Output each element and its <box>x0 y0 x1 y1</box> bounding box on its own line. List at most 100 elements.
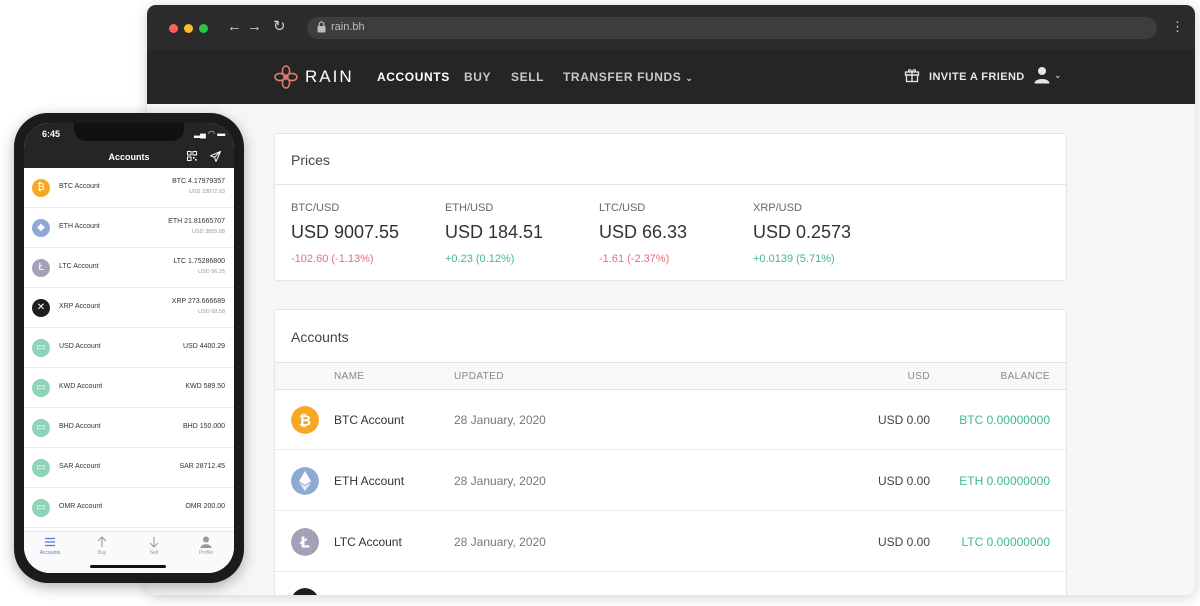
price-eth: ETH/USD USD 184.51 +0.23 (0.12%) <box>445 202 543 265</box>
price-value: USD 0.2573 <box>753 222 852 242</box>
browser-window: ← → ↻ rain.bh ⋮ RAIN ACCOUNTS BUY SELL T… <box>147 5 1195 595</box>
send-icon[interactable] <box>210 151 221 162</box>
minimize-window-button[interactable] <box>184 24 193 33</box>
invite-a-friend-link[interactable]: INVITE A FRIEND <box>929 71 1025 83</box>
cash-icon: ▭ <box>32 419 50 437</box>
prices-title: Prices <box>291 152 330 168</box>
price-change: -1.61 (-2.37%) <box>599 253 670 265</box>
svg-text:₿: ₿ <box>299 412 311 430</box>
account-name: OMR Account <box>59 503 103 510</box>
account-usd: USD 0.00 <box>877 474 930 488</box>
gift-icon <box>904 69 920 83</box>
litecoin-icon: Ł <box>291 528 319 556</box>
table-row[interactable] <box>275 573 1066 595</box>
browser-chrome: ← → ↻ rain.bh ⋮ <box>147 5 1195 50</box>
account-name: BTC Account <box>59 183 100 190</box>
tab-label: Buy <box>97 550 107 556</box>
nav-accounts[interactable]: ACCOUNTS <box>377 70 450 84</box>
list-item[interactable]: ▭ SAR Account SAR 28712.45 <box>24 448 234 488</box>
account-usd-value: USD 3855.88 <box>191 229 225 235</box>
table-row[interactable]: Ł LTC Account 28 January, 2020 USD 0.00 … <box>275 512 1066 572</box>
rain-logo-icon <box>274 65 298 89</box>
account-balance: LTC 0.00000000 <box>961 535 1050 549</box>
tab-label: Profile <box>198 550 214 556</box>
column-header-name[interactable]: NAME <box>334 371 365 382</box>
arrow-up-icon <box>97 536 107 547</box>
tab-sell[interactable]: Sell <box>134 536 174 556</box>
divider <box>275 184 1066 185</box>
litecoin-icon: Ł <box>32 259 50 277</box>
reload-icon[interactable]: ↻ <box>273 17 286 37</box>
price-pair: XRP/USD <box>753 202 802 214</box>
list-item[interactable]: ◆ ETH Account ETH 21.81665707 USD 3855.88 <box>24 208 234 248</box>
qr-code-icon[interactable] <box>187 151 197 161</box>
price-ltc: LTC/USD USD 66.33 -1.61 (-2.37%) <box>599 202 687 265</box>
accounts-title: Accounts <box>291 329 349 345</box>
phone-frame: 6:45 ▂▄ ◠ ▬ Accounts ₿ BTC Account BTC 4.1… <box>14 113 244 583</box>
prices-card: Prices BTC/USD USD 9007.55 -102.60 (-1.1… <box>274 133 1067 281</box>
account-usd-value: USD 96.25 <box>198 269 225 275</box>
list-item[interactable]: ₿ BTC Account BTC 4.17979357 USD 33872.63 <box>24 168 234 208</box>
table-row[interactable]: ETH Account 28 January, 2020 USD 0.00 ET… <box>275 451 1066 511</box>
account-name: LTC Account <box>334 535 402 549</box>
nav-transfer-funds[interactable]: TRANSFER FUNDS ⌄ <box>563 70 694 84</box>
bitcoin-icon: ₿ <box>32 179 50 197</box>
tab-accounts[interactable]: Accounts <box>30 536 70 556</box>
forward-arrow-icon[interactable]: → <box>247 17 262 37</box>
phone-screen: 6:45 ▂▄ ◠ ▬ Accounts ₿ BTC Account BTC 4.1… <box>24 123 234 573</box>
list-item[interactable]: Ł LTC Account LTC 1.75286800 USD 96.25 <box>24 248 234 288</box>
app-navbar: RAIN ACCOUNTS BUY SELL TRANSFER FUNDS ⌄ … <box>147 50 1195 104</box>
list-item[interactable]: ✕ XRP Account XRP 273.666689 USD 68.58 <box>24 288 234 328</box>
account-balance: BHD 150.000 <box>182 423 225 430</box>
account-balance: USD 4400.29 <box>182 343 225 350</box>
user-avatar-icon[interactable] <box>1034 66 1050 84</box>
list-item[interactable]: ▭ OMR Account OMR 200.00 <box>24 488 234 528</box>
nav-buy[interactable]: BUY <box>464 70 491 84</box>
price-pair: ETH/USD <box>445 202 494 214</box>
more-options-icon[interactable]: ⋮ <box>1171 18 1184 36</box>
table-row[interactable]: ₿ BTC Account 28 January, 2020 USD 0.00 … <box>275 390 1066 450</box>
account-balance: KWD 589.50 <box>185 383 225 390</box>
back-arrow-icon[interactable]: ← <box>227 17 242 37</box>
home-indicator <box>90 565 166 568</box>
account-usd-value: USD 33872.63 <box>188 189 225 195</box>
svg-text:Ł: Ł <box>299 534 310 552</box>
account-balance: ETH 0.00000000 <box>959 474 1050 488</box>
account-name: KWD Account <box>59 383 103 390</box>
maximize-window-button[interactable] <box>199 24 208 33</box>
account-name: XRP Account <box>59 303 101 310</box>
lock-icon <box>317 21 326 33</box>
list-item[interactable]: ▭ USD Account USD 4400.29 <box>24 328 234 368</box>
tab-label: Sell <box>149 550 159 556</box>
tab-profile[interactable]: Profile <box>186 536 226 556</box>
tab-buy[interactable]: Buy <box>82 536 122 556</box>
account-name: SAR Account <box>59 463 101 470</box>
phone-title: Accounts <box>108 152 150 162</box>
account-balance: ETH 21.81665707 <box>168 218 225 225</box>
account-name: BHD Account <box>59 423 101 430</box>
price-value: USD 66.33 <box>599 222 688 242</box>
column-header-usd[interactable]: USD <box>908 371 930 382</box>
nav-sell[interactable]: SELL <box>511 70 544 84</box>
column-header-balance[interactable]: BALANCE <box>1001 371 1051 382</box>
cash-icon: ▭ <box>32 459 50 477</box>
account-balance: SAR 28712.45 <box>179 463 225 470</box>
account-balance: BTC 4.17979357 <box>172 178 225 185</box>
address-bar[interactable]: rain.bh <box>307 17 1157 39</box>
column-header-updated[interactable]: UPDATED <box>454 371 504 382</box>
list-item[interactable]: ▭ KWD Account KWD 589.50 <box>24 368 234 408</box>
account-updated: 28 January, 2020 <box>454 474 546 488</box>
menu-icon <box>45 537 55 547</box>
price-btc: BTC/USD USD 9007.55 -102.60 (-1.13%) <box>291 202 399 265</box>
price-pair: BTC/USD <box>291 202 340 214</box>
account-name: USD Account <box>59 343 101 350</box>
list-item[interactable]: ▭ BHD Account BHD 150.000 <box>24 408 234 448</box>
phone-notch <box>74 123 184 141</box>
close-window-button[interactable] <box>169 24 178 33</box>
chevron-down-icon: ⌄ <box>685 73 694 83</box>
user-menu-chevron-icon[interactable]: ⌄ <box>1054 70 1062 81</box>
account-updated: 28 January, 2020 <box>454 413 546 427</box>
account-name: ETH Account <box>59 223 100 230</box>
account-balance: OMR 200.00 <box>185 503 225 510</box>
ethereum-icon: ◆ <box>32 219 50 237</box>
